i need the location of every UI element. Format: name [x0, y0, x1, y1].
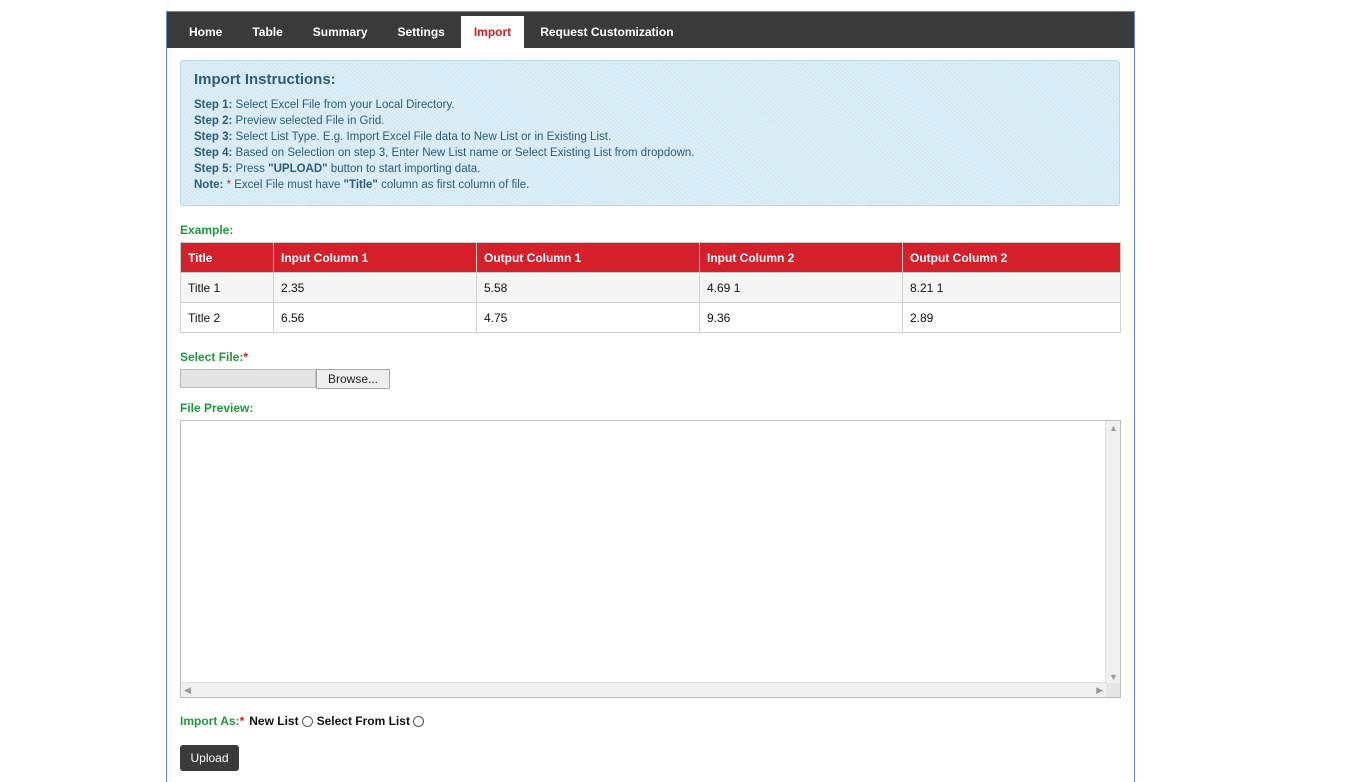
step-label: Step 2: [194, 115, 233, 127]
select-from-list-option-label: Select From List [316, 714, 410, 728]
note-text: column as first column of file. [377, 179, 530, 191]
column-header-output-2: Output Column 2 [902, 242, 1121, 273]
table-cell: 8.21 1 [902, 272, 1121, 303]
step-label: Step 1: [194, 99, 233, 111]
step-text: Based on Selection on step 3, Enter New … [232, 147, 695, 159]
instructions-title: Import Instructions: [194, 71, 336, 88]
table-cell: Title 1 [180, 272, 274, 303]
scroll-right-icon[interactable]: ▶ [1096, 685, 1103, 695]
file-preview-label: File Preview: [180, 401, 254, 415]
tab-home[interactable]: Home [175, 16, 236, 48]
column-header-title: Title [180, 242, 274, 273]
note-emphasis: "Title" [343, 179, 378, 191]
step-text: button to start importing data. [327, 163, 481, 175]
column-header-input-2: Input Column 2 [699, 242, 903, 273]
scroll-up-icon[interactable]: ▲ [1109, 423, 1118, 433]
upload-button[interactable]: Upload [180, 745, 239, 771]
instruction-step-2: Step 2: Preview selected File in Grid. [194, 113, 1106, 129]
example-label: Example: [180, 223, 234, 237]
select-from-list-radio[interactable] [412, 715, 424, 727]
table-row: Title 2 6.56 4.75 9.36 2.89 [180, 302, 1121, 333]
instruction-step-3: Step 3: Select List Type. E.g. Import Ex… [194, 129, 1106, 145]
file-preview-area[interactable]: ▲ ▼ ◀ ▶ [180, 420, 1121, 698]
note-label: Note: [194, 179, 224, 191]
note-text: Excel File must have [231, 179, 344, 191]
new-list-option-label: New List [249, 714, 299, 728]
select-file-label: Select File:* [180, 350, 248, 364]
table-cell: 4.69 1 [699, 272, 903, 303]
required-asterisk: * [239, 714, 245, 728]
table-cell: 5.58 [476, 272, 700, 303]
table-cell: 6.56 [273, 302, 477, 333]
step-text: Select List Type. E.g. Import Excel File… [232, 131, 612, 143]
table-cell: 4.75 [476, 302, 700, 333]
scrollbar-corner [1106, 683, 1120, 697]
column-header-input-1: Input Column 1 [273, 242, 477, 273]
horizontal-scrollbar[interactable]: ◀ ▶ [181, 682, 1106, 697]
top-nav-bar: Home Table Summary Settings Import Reque… [167, 12, 1134, 48]
table-row: Title 1 2.35 5.58 4.69 1 8.21 1 [180, 272, 1121, 303]
vertical-scrollbar[interactable]: ▲ ▼ [1105, 421, 1120, 684]
import-instructions-panel: Import Instructions: Step 1: Select Exce… [180, 60, 1120, 206]
step-text: Select Excel File from your Local Direct… [232, 99, 455, 111]
required-asterisk: * [243, 350, 249, 364]
new-list-radio[interactable] [301, 715, 313, 727]
select-file-label-text: Select File: [180, 350, 244, 364]
import-as-row: Import As: * New List Select From List [180, 714, 428, 728]
scroll-down-icon[interactable]: ▼ [1109, 672, 1118, 682]
step-label: Step 3: [194, 131, 233, 143]
table-header-row: Title Input Column 1 Output Column 1 Inp… [180, 242, 1121, 273]
tab-request-customization[interactable]: Request Customization [526, 16, 687, 48]
example-table: Title Input Column 1 Output Column 1 Inp… [180, 242, 1121, 333]
browse-button[interactable]: Browse... [316, 369, 390, 389]
tab-settings[interactable]: Settings [384, 16, 459, 48]
instruction-step-5: Step 5: Press "UPLOAD" button to start i… [194, 161, 1106, 177]
table-cell: 9.36 [699, 302, 903, 333]
instruction-note: Note: * Excel File must have "Title" col… [194, 177, 1106, 193]
instruction-step-1: Step 1: Select Excel File from your Loca… [194, 97, 1106, 113]
required-asterisk: * [223, 179, 232, 191]
table-cell: Title 2 [180, 302, 274, 333]
step-emphasis: "UPLOAD" [268, 163, 328, 175]
tab-summary[interactable]: Summary [299, 16, 382, 48]
file-path-input[interactable] [180, 369, 316, 388]
import-page-frame: Home Table Summary Settings Import Reque… [166, 11, 1135, 782]
import-as-label: Import As: [180, 714, 240, 728]
step-label: Step 5: [194, 163, 233, 175]
column-header-output-1: Output Column 1 [476, 242, 700, 273]
step-text: Press [232, 163, 269, 175]
table-cell: 2.35 [273, 272, 477, 303]
instruction-step-4: Step 4: Based on Selection on step 3, En… [194, 145, 1106, 161]
table-cell: 2.89 [902, 302, 1121, 333]
step-label: Step 4: [194, 147, 233, 159]
tab-import[interactable]: Import [460, 16, 525, 48]
tab-table[interactable]: Table [238, 16, 296, 48]
step-text: Preview selected File in Grid. [232, 115, 385, 127]
scroll-left-icon[interactable]: ◀ [184, 685, 191, 695]
